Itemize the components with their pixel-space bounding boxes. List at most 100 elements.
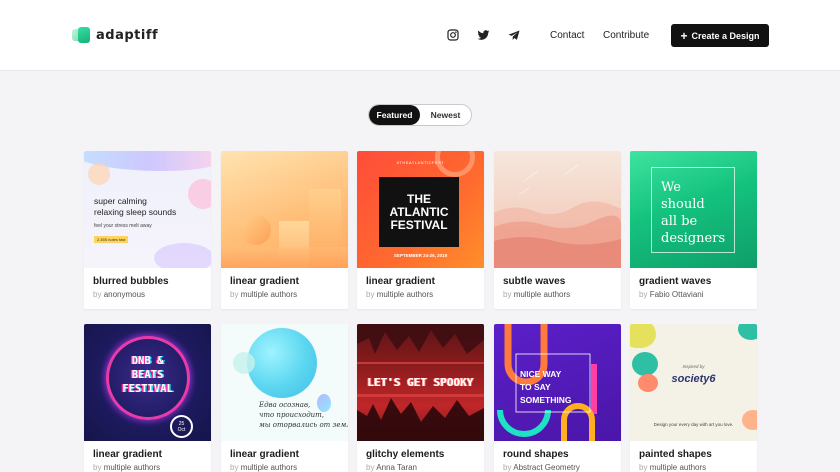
author-name[interactable]: multiple authors [377,290,433,299]
card-author: by anonymous [93,290,145,299]
card-author: by multiple authors [366,290,433,299]
card-thumbnail[interactable] [494,151,621,268]
design-card[interactable]: LET'S GET SPOOKY glitchy elements by Ann… [357,324,484,472]
thumb-text: Едва осознав, [259,401,311,409]
logo-mark-icon [72,27,92,43]
card-thumbnail[interactable]: #THEATLANTICFEST THE ATLANTIC FESTIVAL S… [357,151,484,268]
card-thumbnail[interactable]: Едва осознав, что происходит, мы оторвал… [221,324,348,441]
thumb-text: should [661,197,705,212]
thumb-text: FESTIVAL [390,218,448,232]
design-card[interactable]: super calming relaxing sleep sounds feel… [84,151,211,309]
card-title[interactable]: linear gradient [230,449,299,460]
author-name[interactable]: Fabio Ottaviani [650,290,704,299]
card-author: by multiple authors [503,290,570,299]
card-title[interactable]: linear gradient [93,449,162,460]
design-card[interactable]: NICE WAY TO SAY SOMETHING round shapes b… [494,324,621,472]
card-title[interactable]: linear gradient [230,276,299,287]
card-author: by multiple authors [93,463,160,472]
thumb-text: Oct [177,427,186,433]
by-label: by [366,290,375,299]
card-thumbnail[interactable]: We should all be designers [630,151,757,268]
instagram-icon[interactable] [445,27,461,43]
thumb-text: LET'S GET SPOOKY [367,376,474,389]
card-title[interactable]: gradient waves [639,276,711,287]
card-title[interactable]: blurred bubbles [93,276,169,287]
author-name[interactable]: multiple authors [241,463,297,472]
sort-toggle: Featured Newest [368,104,472,126]
thumb-text: society6 [671,373,716,385]
thumb-text: super calming [94,196,147,206]
by-label: by [639,290,648,299]
telegram-icon[interactable] [506,27,522,43]
design-card[interactable]: Едва осознав, что происходит, мы оторвал… [221,324,348,472]
thumb-text: designers [661,231,726,246]
by-label: by [230,290,239,299]
card-author: by Abstract Geometry [503,463,580,472]
plus-icon: + [680,28,688,43]
nav-contribute-link[interactable]: Contribute [603,30,649,41]
by-label: by [230,463,239,472]
author-name[interactable]: multiple authors [104,463,160,472]
design-card[interactable]: Inspired by society6 Design your every d… [630,324,757,472]
thumb-text: NICE WAY [520,369,562,379]
thumb-text: Design your every day with art you love. [653,422,734,427]
design-card[interactable]: DNB & BEATS FESTIVAL 25 Oct linear gradi… [84,324,211,472]
thumb-text: мы оторвались от земли [259,421,348,429]
nav-contact-link[interactable]: Contact [550,30,584,41]
by-label: by [503,290,512,299]
card-author: by multiple authors [230,463,297,472]
design-card[interactable]: We should all be designers gradient wave… [630,151,757,309]
thumb-text: We [661,180,681,195]
card-thumbnail[interactable]: NICE WAY TO SAY SOMETHING [494,324,621,441]
thumb-text: DNB & [131,355,164,367]
card-author: by multiple authors [230,290,297,299]
design-card[interactable]: subtle waves by multiple authors [494,151,621,309]
thumb-text: SOMETHING [520,395,572,405]
brand-logo[interactable]: adaptiff [72,27,158,43]
thumb-text: all be [661,214,698,229]
card-title[interactable]: glitchy elements [366,449,444,460]
card-title[interactable]: painted shapes [639,449,712,460]
card-author: by Anna Taran [366,463,417,472]
thumb-text: feel your stress melt away [94,223,152,229]
thumb-tag: 2,455 notes fast [94,236,129,243]
author-name[interactable]: Abstract Geometry [513,463,580,472]
card-thumbnail[interactable]: Inspired by society6 Design your every d… [630,324,757,441]
thumb-text: Inspired by [682,364,705,369]
thumb-text: BEATS [131,369,164,381]
thumb-text: что происходит, [259,411,325,419]
by-label: by [503,463,512,472]
create-design-button[interactable]: + Create a Design [671,24,769,47]
thumb-text: SEPTEMBER 24-26, 2019 [393,253,448,258]
tab-newest[interactable]: Newest [420,105,471,125]
thumb-text: #THEATLANTICFEST [396,160,445,165]
author-name[interactable]: anonymous [104,290,145,299]
brand-name: adaptiff [96,27,159,43]
thumb-text: relaxing sleep sounds [94,207,177,217]
tab-featured[interactable]: Featured [369,105,420,125]
thumb-text: TO SAY [520,382,551,392]
card-author: by multiple authors [639,463,706,472]
card-thumbnail[interactable]: super calming relaxing sleep sounds feel… [84,151,211,268]
card-author: by Fabio Ottaviani [639,290,704,299]
by-label: by [366,463,375,472]
twitter-icon[interactable] [475,27,491,43]
card-title[interactable]: round shapes [503,449,569,460]
author-name[interactable]: multiple authors [241,290,297,299]
author-name[interactable]: Anna Taran [376,463,417,472]
author-name[interactable]: multiple authors [650,463,706,472]
create-design-label: Create a Design [691,30,760,41]
design-card[interactable]: #THEATLANTICFEST THE ATLANTIC FESTIVAL S… [357,151,484,309]
by-label: by [93,463,102,472]
design-card[interactable]: linear gradient by multiple authors [221,151,348,309]
by-label: by [93,290,102,299]
card-thumbnail[interactable]: DNB & BEATS FESTIVAL 25 Oct [84,324,211,441]
card-title[interactable]: linear gradient [366,276,435,287]
site-header: adaptiff Contact Contribute + Create a D… [0,0,840,71]
card-thumbnail[interactable] [221,151,348,268]
author-name[interactable]: multiple authors [514,290,570,299]
card-title[interactable]: subtle waves [503,276,565,287]
by-label: by [639,463,648,472]
card-thumbnail[interactable]: LET'S GET SPOOKY [357,324,484,441]
thumb-text: FESTIVAL [122,383,173,395]
